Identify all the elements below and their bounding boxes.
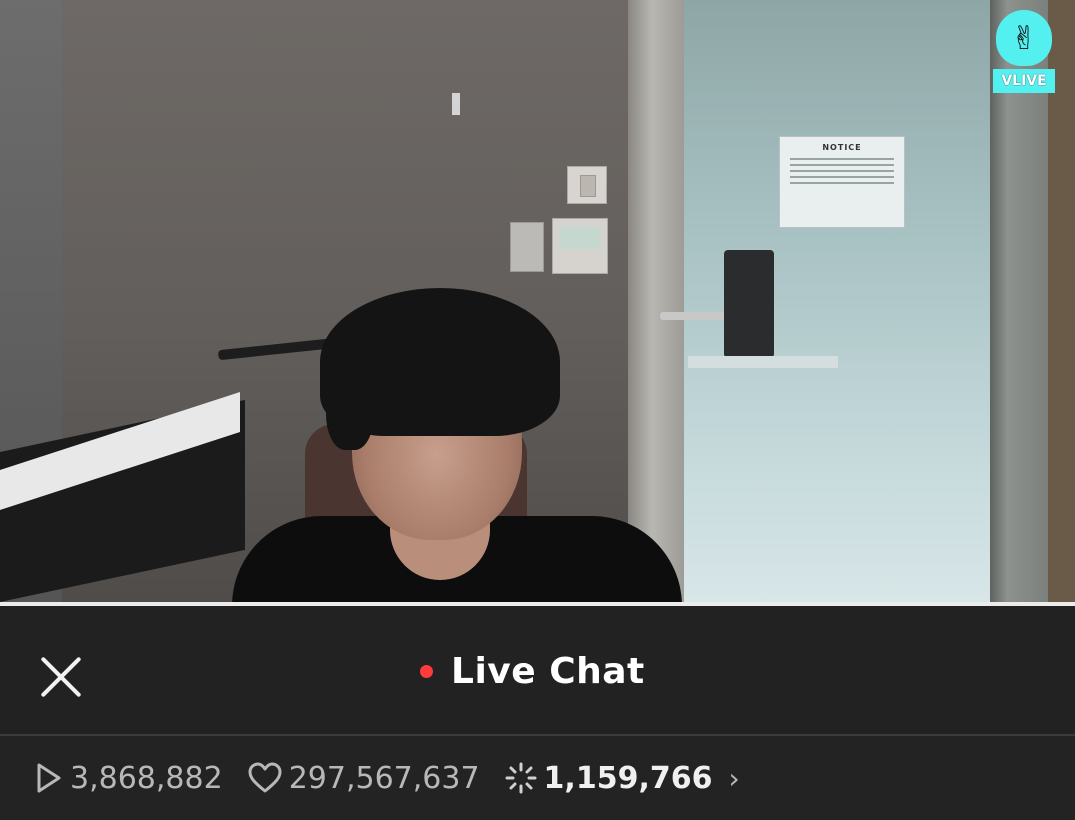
notice-title: NOTICE <box>822 143 862 152</box>
video-scene-door <box>628 0 688 602</box>
vlive-logo: ✌ VLIVE <box>992 10 1056 98</box>
chat-title: Live Chat <box>451 650 645 692</box>
video-scene-switch <box>567 166 607 204</box>
chat-burst-icon <box>504 761 538 795</box>
video-scene-speaker <box>724 250 774 358</box>
video-scene-tag <box>452 93 460 115</box>
video-scene-desk <box>688 356 838 368</box>
play-icon <box>34 761 64 795</box>
video-scene-panel <box>552 218 608 274</box>
vlive-hand-icon: ✌ <box>996 10 1052 66</box>
stats-bar[interactable]: 3,868,882 297,567,637 1,159,766 › <box>0 736 1075 820</box>
chat-count-value: 1,159,766 <box>543 760 713 796</box>
live-dot-icon <box>420 664 433 678</box>
heart-count-value: 297,567,637 <box>288 760 480 796</box>
video-scene-intercom <box>510 222 544 272</box>
chat-title-wrap: Live Chat <box>420 646 645 696</box>
play-count-value: 3,868,882 <box>70 760 223 796</box>
close-icon[interactable] <box>32 648 90 706</box>
video-player[interactable]: NOTICE ✌ VLIVE <box>0 0 1075 602</box>
heart-icon <box>247 761 283 795</box>
heart-count: 297,567,637 <box>247 761 480 796</box>
video-scene-notice: NOTICE <box>779 136 905 228</box>
play-count: 3,868,882 <box>34 761 223 796</box>
chat-count: 1,159,766 <box>504 760 713 796</box>
vlive-logo-text: VLIVE <box>993 69 1055 93</box>
chat-header: Live Chat <box>0 606 1075 734</box>
video-scene-handle <box>660 312 732 320</box>
chevron-right-icon[interactable]: › <box>728 762 739 795</box>
video-scene-person-hair-side <box>326 360 374 450</box>
